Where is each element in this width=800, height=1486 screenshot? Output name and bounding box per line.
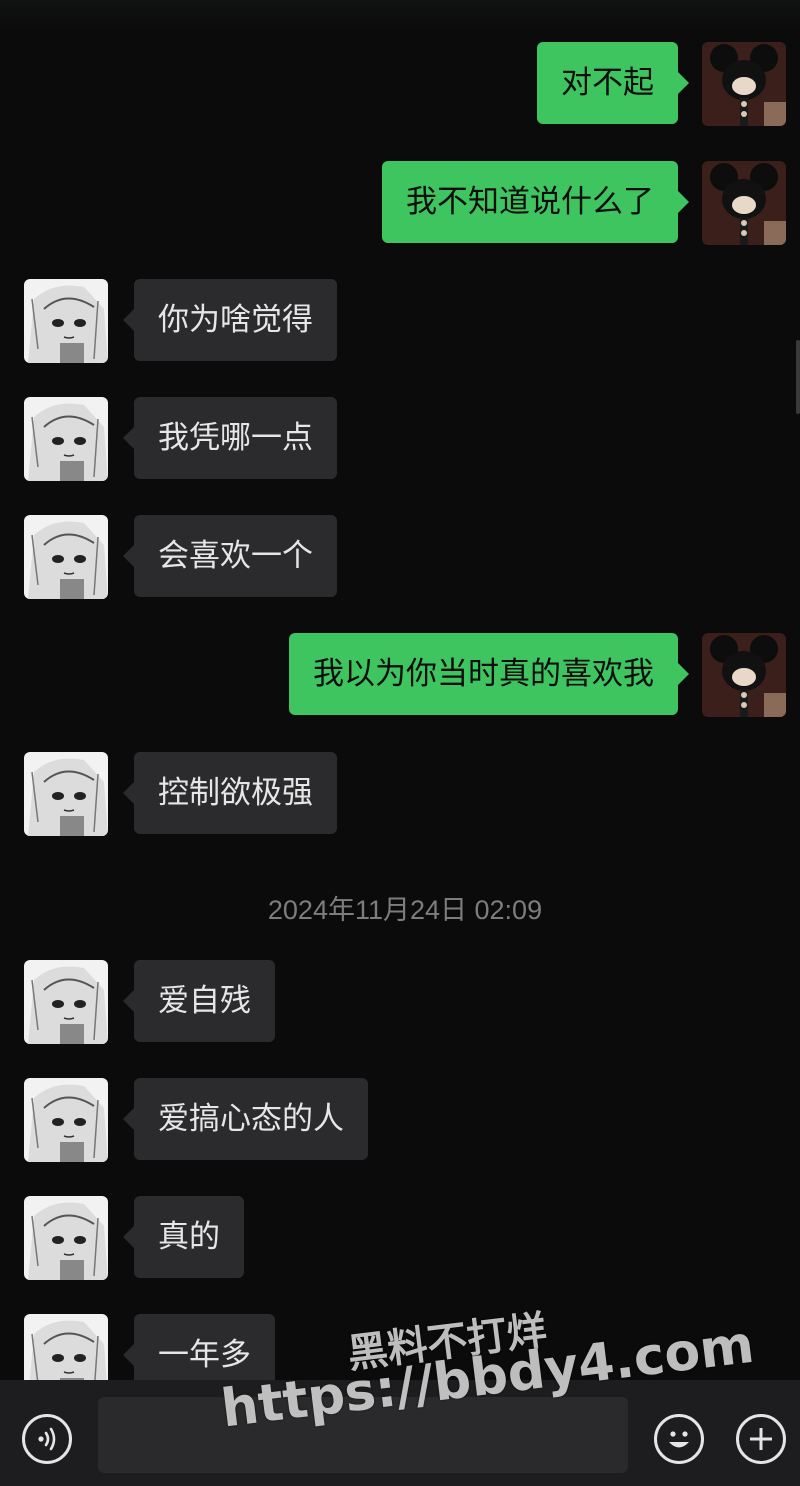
voice-button[interactable] <box>22 1414 72 1464</box>
contact-avatar[interactable] <box>24 752 108 836</box>
contact-avatar[interactable] <box>24 960 108 1044</box>
incoming-message-bubble[interactable]: 会喜欢一个 <box>123 515 337 597</box>
incoming-message-bubble[interactable]: 控制欲极强 <box>123 752 337 834</box>
emoji-button[interactable] <box>654 1414 704 1464</box>
self-avatar[interactable] <box>702 42 786 126</box>
outgoing-message-bubble[interactable]: 我不知道说什么了 <box>382 161 689 243</box>
incoming-message-bubble[interactable]: 爱搞心态的人 <box>123 1078 368 1160</box>
incoming-message-bubble[interactable]: 你为啥觉得 <box>123 279 337 361</box>
incoming-message-bubble[interactable]: 我凭哪一点 <box>123 397 337 479</box>
contact-avatar[interactable] <box>24 515 108 599</box>
plus-icon <box>750 1428 772 1450</box>
incoming-message-bubble[interactable]: 爱自残 <box>123 960 275 1042</box>
contact-avatar[interactable] <box>24 397 108 481</box>
timestamp-divider: 2024年11月24日 02:09 <box>267 895 543 925</box>
contact-avatar[interactable] <box>24 1078 108 1162</box>
emoji-icon <box>669 1431 689 1448</box>
self-avatar[interactable] <box>702 161 786 245</box>
voice-icon <box>38 1427 56 1451</box>
outgoing-message-bubble[interactable]: 我以为你当时真的喜欢我 <box>289 633 689 715</box>
incoming-message-bubble[interactable]: 真的 <box>123 1196 244 1278</box>
scroll-indicator[interactable] <box>796 340 800 414</box>
self-avatar[interactable] <box>702 633 786 717</box>
contact-avatar[interactable] <box>24 279 108 363</box>
outgoing-message-bubble[interactable]: 对不起 <box>537 42 689 124</box>
top-strip <box>0 0 800 28</box>
plus-button[interactable] <box>736 1414 786 1464</box>
contact-avatar[interactable] <box>24 1196 108 1280</box>
chat-screen: 对不起 我不知道说什么了 你为啥觉得 我凭哪一点 会喜欢一个 我以为你当时真的喜… <box>0 0 800 1486</box>
